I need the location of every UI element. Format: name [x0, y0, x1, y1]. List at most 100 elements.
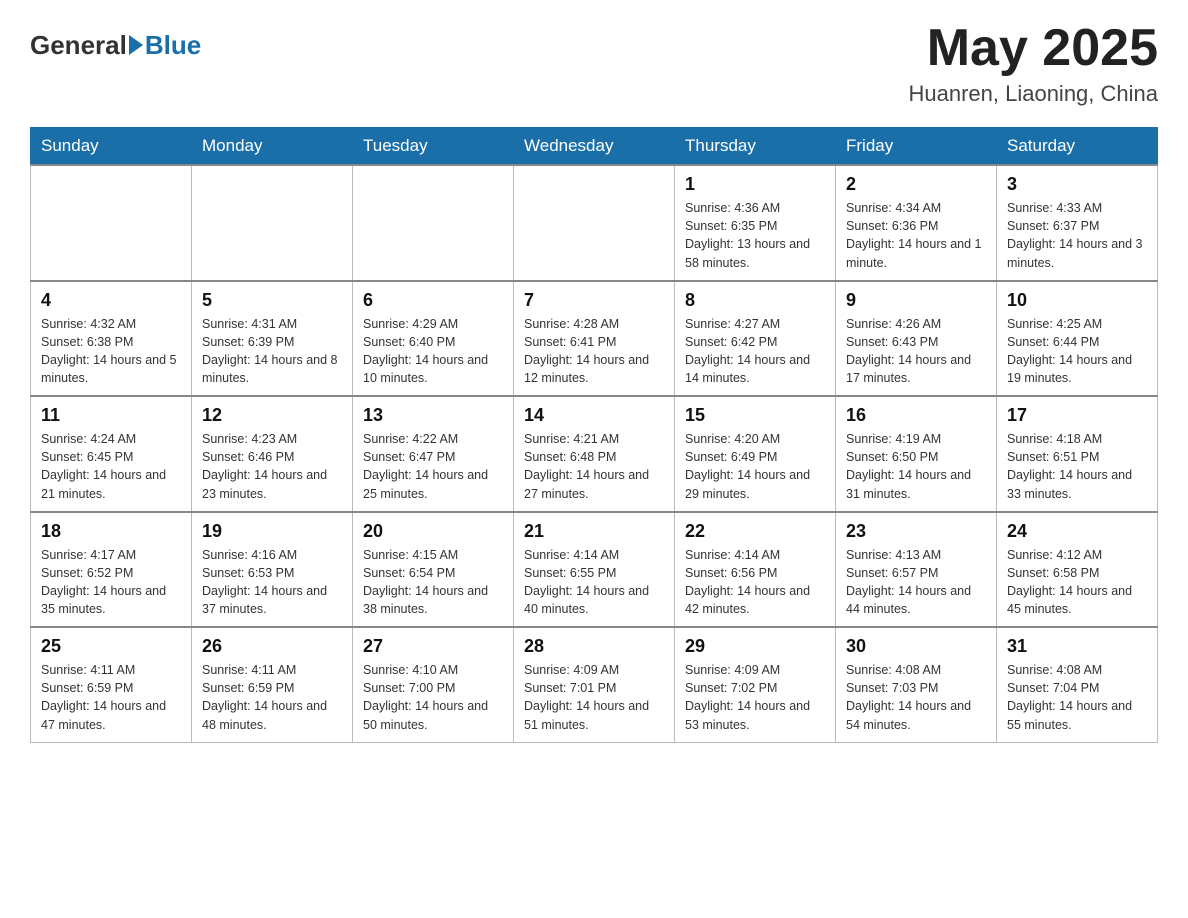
- day-info: Sunrise: 4:21 AMSunset: 6:48 PMDaylight:…: [524, 430, 664, 503]
- day-number: 4: [41, 290, 181, 311]
- day-info: Sunrise: 4:14 AMSunset: 6:56 PMDaylight:…: [685, 546, 825, 619]
- weekday-header-friday: Friday: [836, 128, 997, 166]
- day-info: Sunrise: 4:12 AMSunset: 6:58 PMDaylight:…: [1007, 546, 1147, 619]
- logo-blue-text: Blue: [145, 30, 201, 61]
- day-number: 29: [685, 636, 825, 657]
- calendar-header-row: SundayMondayTuesdayWednesdayThursdayFrid…: [31, 128, 1158, 166]
- day-number: 21: [524, 521, 664, 542]
- day-info: Sunrise: 4:15 AMSunset: 6:54 PMDaylight:…: [363, 546, 503, 619]
- calendar-cell: 1Sunrise: 4:36 AMSunset: 6:35 PMDaylight…: [675, 165, 836, 281]
- calendar-cell: [353, 165, 514, 281]
- day-number: 11: [41, 405, 181, 426]
- day-number: 23: [846, 521, 986, 542]
- calendar-cell: 19 Sunrise: 4:16 AMSunset: 6:53 PMDayligh…: [192, 512, 353, 628]
- day-number: 18: [41, 521, 181, 542]
- calendar-cell: 26 Sunrise: 4:11 AMSunset: 6:59 PMDayligh…: [192, 627, 353, 742]
- day-number: 3: [1007, 174, 1147, 195]
- day-number: 24: [1007, 521, 1147, 542]
- calendar-cell: 15 Sunrise: 4:20 AMSunset: 6:49 PMDayligh…: [675, 396, 836, 512]
- day-number: 8: [685, 290, 825, 311]
- calendar-cell: 21 Sunrise: 4:14 AMSunset: 6:55 PMDayligh…: [514, 512, 675, 628]
- day-info: Sunrise: 4:20 AMSunset: 6:49 PMDaylight:…: [685, 430, 825, 503]
- day-info: Sunrise: 4:33 AMSunset: 6:37 PMDaylight:…: [1007, 199, 1147, 272]
- logo-general-text: General: [30, 30, 127, 61]
- day-number: 28: [524, 636, 664, 657]
- calendar-cell: 16 Sunrise: 4:19 AMSunset: 6:50 PMDayligh…: [836, 396, 997, 512]
- day-number: 17: [1007, 405, 1147, 426]
- calendar-cell: 27 Sunrise: 4:10 AMSunset: 7:00 PMDayligh…: [353, 627, 514, 742]
- day-info: Sunrise: 4:22 AMSunset: 6:47 PMDaylight:…: [363, 430, 503, 503]
- day-info: Sunrise: 4:09 AMSunset: 7:01 PMDaylight:…: [524, 661, 664, 734]
- day-info: Sunrise: 4:16 AMSunset: 6:53 PMDaylight:…: [202, 546, 342, 619]
- calendar-week-2: 4 Sunrise: 4:32 AMSunset: 6:38 PMDaylight…: [31, 281, 1158, 397]
- calendar-cell: [31, 165, 192, 281]
- weekday-header-thursday: Thursday: [675, 128, 836, 166]
- day-info: Sunrise: 4:32 AMSunset: 6:38 PMDaylight:…: [41, 315, 181, 388]
- day-info: Sunrise: 4:27 AMSunset: 6:42 PMDaylight:…: [685, 315, 825, 388]
- calendar-cell: 29 Sunrise: 4:09 AMSunset: 7:02 PMDayligh…: [675, 627, 836, 742]
- day-number: 27: [363, 636, 503, 657]
- day-number: 16: [846, 405, 986, 426]
- day-info: Sunrise: 4:08 AMSunset: 7:04 PMDaylight:…: [1007, 661, 1147, 734]
- calendar-cell: [192, 165, 353, 281]
- day-number: 22: [685, 521, 825, 542]
- calendar-cell: 11 Sunrise: 4:24 AMSunset: 6:45 PMDayligh…: [31, 396, 192, 512]
- day-number: 10: [1007, 290, 1147, 311]
- day-number: 13: [363, 405, 503, 426]
- calendar-cell: 9 Sunrise: 4:26 AMSunset: 6:43 PMDaylight…: [836, 281, 997, 397]
- calendar-week-3: 11 Sunrise: 4:24 AMSunset: 6:45 PMDayligh…: [31, 396, 1158, 512]
- day-number: 31: [1007, 636, 1147, 657]
- day-info: Sunrise: 4:11 AMSunset: 6:59 PMDaylight:…: [41, 661, 181, 734]
- day-info: Sunrise: 4:23 AMSunset: 6:46 PMDaylight:…: [202, 430, 342, 503]
- day-info: Sunrise: 4:17 AMSunset: 6:52 PMDaylight:…: [41, 546, 181, 619]
- day-info: Sunrise: 4:36 AMSunset: 6:35 PMDaylight:…: [685, 199, 825, 272]
- calendar-cell: 25 Sunrise: 4:11 AMSunset: 6:59 PMDayligh…: [31, 627, 192, 742]
- day-number: 15: [685, 405, 825, 426]
- day-info: Sunrise: 4:29 AMSunset: 6:40 PMDaylight:…: [363, 315, 503, 388]
- location-title: Huanren, Liaoning, China: [908, 81, 1158, 107]
- logo: General Blue: [30, 30, 201, 61]
- weekday-header-tuesday: Tuesday: [353, 128, 514, 166]
- day-info: Sunrise: 4:28 AMSunset: 6:41 PMDaylight:…: [524, 315, 664, 388]
- day-info: Sunrise: 4:26 AMSunset: 6:43 PMDaylight:…: [846, 315, 986, 388]
- day-number: 6: [363, 290, 503, 311]
- day-number: 30: [846, 636, 986, 657]
- day-info: Sunrise: 4:11 AMSunset: 6:59 PMDaylight:…: [202, 661, 342, 734]
- calendar-cell: 17 Sunrise: 4:18 AMSunset: 6:51 PMDayligh…: [997, 396, 1158, 512]
- day-info: Sunrise: 4:18 AMSunset: 6:51 PMDaylight:…: [1007, 430, 1147, 503]
- day-number: 25: [41, 636, 181, 657]
- day-info: Sunrise: 4:14 AMSunset: 6:55 PMDaylight:…: [524, 546, 664, 619]
- day-number: 5: [202, 290, 342, 311]
- month-title: May 2025: [908, 20, 1158, 77]
- day-number: 14: [524, 405, 664, 426]
- calendar-cell: 23 Sunrise: 4:13 AMSunset: 6:57 PMDayligh…: [836, 512, 997, 628]
- calendar-cell: 28 Sunrise: 4:09 AMSunset: 7:01 PMDayligh…: [514, 627, 675, 742]
- day-info: Sunrise: 4:09 AMSunset: 7:02 PMDaylight:…: [685, 661, 825, 734]
- calendar-cell: 8 Sunrise: 4:27 AMSunset: 6:42 PMDaylight…: [675, 281, 836, 397]
- day-info: Sunrise: 4:25 AMSunset: 6:44 PMDaylight:…: [1007, 315, 1147, 388]
- calendar-week-1: 1Sunrise: 4:36 AMSunset: 6:35 PMDaylight…: [31, 165, 1158, 281]
- weekday-header-monday: Monday: [192, 128, 353, 166]
- calendar-cell: 5Sunrise: 4:31 AMSunset: 6:39 PMDaylight…: [192, 281, 353, 397]
- calendar-cell: 31 Sunrise: 4:08 AMSunset: 7:04 PMDayligh…: [997, 627, 1158, 742]
- calendar-cell: 18 Sunrise: 4:17 AMSunset: 6:52 PMDayligh…: [31, 512, 192, 628]
- day-number: 2: [846, 174, 986, 195]
- calendar-cell: 14 Sunrise: 4:21 AMSunset: 6:48 PMDayligh…: [514, 396, 675, 512]
- day-info: Sunrise: 4:24 AMSunset: 6:45 PMDaylight:…: [41, 430, 181, 503]
- calendar-week-5: 25 Sunrise: 4:11 AMSunset: 6:59 PMDayligh…: [31, 627, 1158, 742]
- calendar-week-4: 18 Sunrise: 4:17 AMSunset: 6:52 PMDayligh…: [31, 512, 1158, 628]
- day-info: Sunrise: 4:19 AMSunset: 6:50 PMDaylight:…: [846, 430, 986, 503]
- calendar-cell: 30Sunrise: 4:08 AMSunset: 7:03 PMDayligh…: [836, 627, 997, 742]
- calendar-cell: 7Sunrise: 4:28 AMSunset: 6:41 PMDaylight…: [514, 281, 675, 397]
- day-info: Sunrise: 4:13 AMSunset: 6:57 PMDaylight:…: [846, 546, 986, 619]
- day-number: 9: [846, 290, 986, 311]
- day-number: 19: [202, 521, 342, 542]
- calendar-cell: 22 Sunrise: 4:14 AMSunset: 6:56 PMDayligh…: [675, 512, 836, 628]
- day-number: 26: [202, 636, 342, 657]
- calendar-cell: 6 Sunrise: 4:29 AMSunset: 6:40 PMDaylight…: [353, 281, 514, 397]
- day-info: Sunrise: 4:34 AMSunset: 6:36 PMDaylight:…: [846, 199, 986, 272]
- day-info: Sunrise: 4:10 AMSunset: 7:00 PMDaylight:…: [363, 661, 503, 734]
- calendar-cell: 13 Sunrise: 4:22 AMSunset: 6:47 PMDayligh…: [353, 396, 514, 512]
- calendar-cell: [514, 165, 675, 281]
- calendar-cell: 4 Sunrise: 4:32 AMSunset: 6:38 PMDaylight…: [31, 281, 192, 397]
